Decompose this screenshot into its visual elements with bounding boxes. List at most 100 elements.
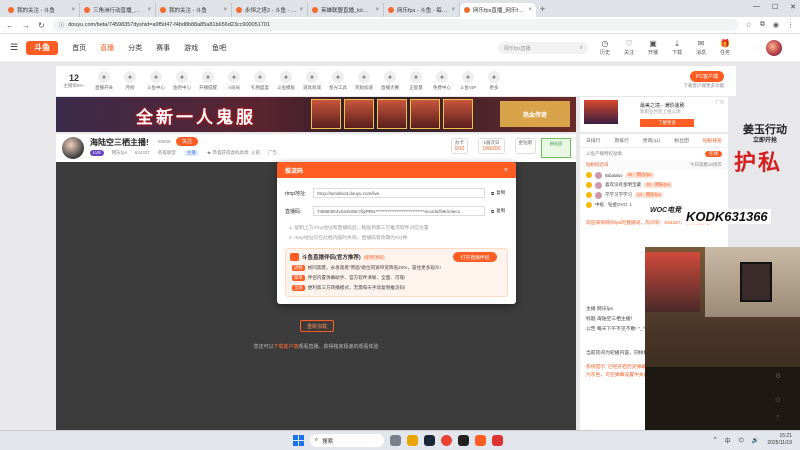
header-follow[interactable]: ♡ 关注 — [620, 39, 638, 56]
category-item[interactable]: ● 道具商城 — [300, 71, 324, 91]
tab-weekly-rank[interactable]: 周排行 — [614, 137, 628, 144]
category-item[interactable]: ● 更多 — [482, 71, 506, 91]
minimize-icon[interactable]: — — [753, 3, 760, 11]
online-pill[interactable]: 在线 — [705, 151, 722, 157]
back-icon[interactable]: ← — [6, 21, 14, 30]
tab-diamond-fans[interactable]: 钻粉排名 — [703, 137, 722, 144]
ad-card[interactable]: 最美之境 - 满阶速刷 新职业时装上线公测 了解更多 广告 — [580, 97, 728, 132]
header-history[interactable]: ◷ 历史 — [596, 39, 614, 56]
browser-tab[interactable]: 我的关注 - 斗鱼 × — [156, 3, 232, 17]
category-item[interactable]: ● 月榜 — [118, 71, 142, 91]
category-item[interactable]: ● 直播开关 — [92, 71, 116, 91]
category-item[interactable]: ● 奖励加速 — [352, 71, 376, 91]
new-tab-button[interactable]: + — [540, 4, 545, 14]
nav-yuba[interactable]: 鱼吧 — [212, 43, 226, 53]
help-icon[interactable]: ⊙ — [775, 396, 781, 404]
banner-thumb[interactable] — [410, 99, 440, 129]
tab-vip[interactable]: 贵宾(11) — [643, 137, 661, 144]
modal-close-icon[interactable]: × — [504, 167, 508, 174]
menu-dots-icon[interactable]: ⋮ — [787, 21, 794, 29]
pc-client-button[interactable]: PC客户端 — [690, 71, 724, 82]
douyu-app-icon[interactable] — [475, 435, 486, 446]
douyu-logo[interactable]: 斗鱼 — [26, 40, 59, 55]
close-tab-icon[interactable]: × — [71, 7, 75, 13]
category-item[interactable]: ● 直播大赛 — [378, 71, 402, 91]
browser-tab-active[interactable]: 网乐fps直播_网乐fps直播间_...× — [460, 3, 536, 17]
maximize-icon[interactable]: ☐ — [772, 3, 778, 11]
banner-thumb[interactable] — [443, 99, 473, 129]
rtmp-address-field[interactable]: rtmp://sendtvo3.douyu.com/live — [313, 188, 485, 198]
task-view-icon[interactable] — [390, 435, 401, 446]
room-category[interactable]: 英雄联盟 — [158, 150, 176, 156]
forward-icon[interactable]: → — [22, 21, 30, 30]
category-item[interactable]: ● 免费中心 — [430, 71, 454, 91]
tray-chevron-icon[interactable]: ^ — [714, 437, 717, 443]
close-tab-icon[interactable]: × — [299, 7, 303, 13]
header-live[interactable]: ▣ 开播 — [644, 39, 662, 56]
network-icon[interactable]: ⌬ — [739, 437, 744, 444]
list-item[interactable]: 喜欢没有金明宝藏 25 · 网乐fps — [580, 180, 728, 190]
category-item[interactable]: ● 礼物盛宴 — [248, 71, 272, 91]
close-tab-icon[interactable]: × — [528, 7, 532, 13]
category-item[interactable]: ● 开播提醒 — [196, 71, 220, 91]
tab-daily-rank[interactable]: 日排行 — [586, 137, 600, 144]
copy-rtmp-button[interactable]: ⧉ 复制 — [491, 190, 505, 196]
fans-club-button[interactable]: 粉丝团 — [541, 138, 571, 158]
steam-icon[interactable] — [424, 435, 435, 446]
header-download[interactable]: ⤓ 下载 — [668, 39, 686, 56]
chrome-icon[interactable] — [441, 435, 452, 446]
category-item[interactable]: ● 斗鱼VIP — [456, 71, 480, 91]
menu-icon[interactable]: ☰ — [10, 42, 18, 53]
nav-home[interactable]: 首页 — [72, 43, 86, 53]
room-stat[interactable]: 办卡 0/10 — [450, 138, 469, 154]
taskbar-search[interactable]: ⌕ 搜索 — [310, 434, 384, 447]
nav-live[interactable]: 直播 — [100, 43, 114, 53]
header-task[interactable]: 🎁 任务 — [716, 39, 734, 56]
promo-banner[interactable]: 全新一人鬼服 热血传奇 — [56, 97, 576, 132]
follow-button[interactable]: 关注 — [176, 137, 199, 146]
room-stat[interactable]: 金钻赠 — [514, 138, 536, 154]
clock[interactable]: 15:21 2025/11/19 — [767, 433, 792, 447]
banner-right[interactable]: 热血传奇 — [500, 101, 570, 127]
header-message[interactable]: ✉ 消息 — [692, 39, 710, 56]
browser-tab[interactable]: 网乐fps - 斗鱼 - 每个人的直...× — [384, 3, 460, 17]
category-item[interactable]: ● 斗鱼中心 — [144, 71, 168, 91]
banner-thumb[interactable] — [377, 99, 407, 129]
browser-tab[interactable]: 我的关注 - 斗鱼 × — [4, 3, 80, 17]
copy-code-button[interactable]: ⧉ 复制 — [491, 208, 505, 214]
browser-tab[interactable]: 永恒之塔2 - 斗鱼 - 每个人的直...× — [232, 3, 308, 17]
follow-count[interactable]: 12 主播榜99+ — [60, 73, 88, 89]
list-item[interactable]: 学学习学学习 24 · 网乐fps — [580, 190, 728, 200]
close-tab-icon[interactable]: × — [147, 7, 151, 13]
close-tab-icon[interactable]: × — [223, 7, 227, 13]
extensions-icon[interactable]: ⧉ — [760, 21, 765, 29]
open-companion-button[interactable]: 打开直播伴侣 — [453, 252, 497, 262]
banner-thumb[interactable] — [311, 99, 341, 129]
list-item[interactable]: Bibalabo 25 · 网乐fps — [580, 170, 728, 180]
category-item[interactable]: ● 斗鱼模板 — [274, 71, 298, 91]
nav-events[interactable]: 赛事 — [156, 43, 170, 53]
app-icon[interactable] — [458, 435, 469, 446]
search-input[interactable]: 网乐fps直播 ⌕ — [498, 42, 588, 54]
search-icon[interactable]: ⌕ — [580, 45, 583, 52]
profile-icon[interactable]: ◉ — [773, 21, 779, 29]
usage-notice-link[interactable]: (使用须知) — [364, 255, 385, 260]
report-link[interactable]: 广告 — [268, 150, 277, 156]
tab-fans[interactable]: 粉丝团 — [674, 137, 688, 144]
reload-icon[interactable]: ↻ — [38, 21, 45, 30]
back-to-top-icon[interactable]: ⇡ — [775, 414, 781, 422]
room-stat[interactable]: 1展次日 100/200 — [478, 138, 505, 154]
bookmark-star-icon[interactable]: ☆ — [746, 21, 752, 29]
browser-tab[interactable]: 三角洲行动直播_三角洲行动直...× — [80, 3, 156, 17]
browser-tab[interactable]: 英雄联盟直播_lol直播_英雄联...× — [308, 3, 384, 17]
netease-icon[interactable] — [492, 435, 503, 446]
windows-start-icon[interactable] — [293, 435, 304, 446]
ad-learn-more-button[interactable]: 了解更多 — [640, 119, 694, 127]
stream-code-field[interactable]: 7459835r4vSnzkWin?dyPRtx****************… — [313, 206, 485, 216]
close-window-icon[interactable]: ✕ — [790, 3, 796, 11]
category-item[interactable]: ● 鱼吧中心 — [170, 71, 194, 91]
site-info-icon[interactable]: ⓘ — [59, 21, 65, 29]
settings-icon[interactable]: ⚙ — [775, 372, 781, 380]
category-item[interactable]: ● 星光工具 — [326, 71, 350, 91]
close-tab-icon[interactable]: × — [451, 7, 455, 13]
